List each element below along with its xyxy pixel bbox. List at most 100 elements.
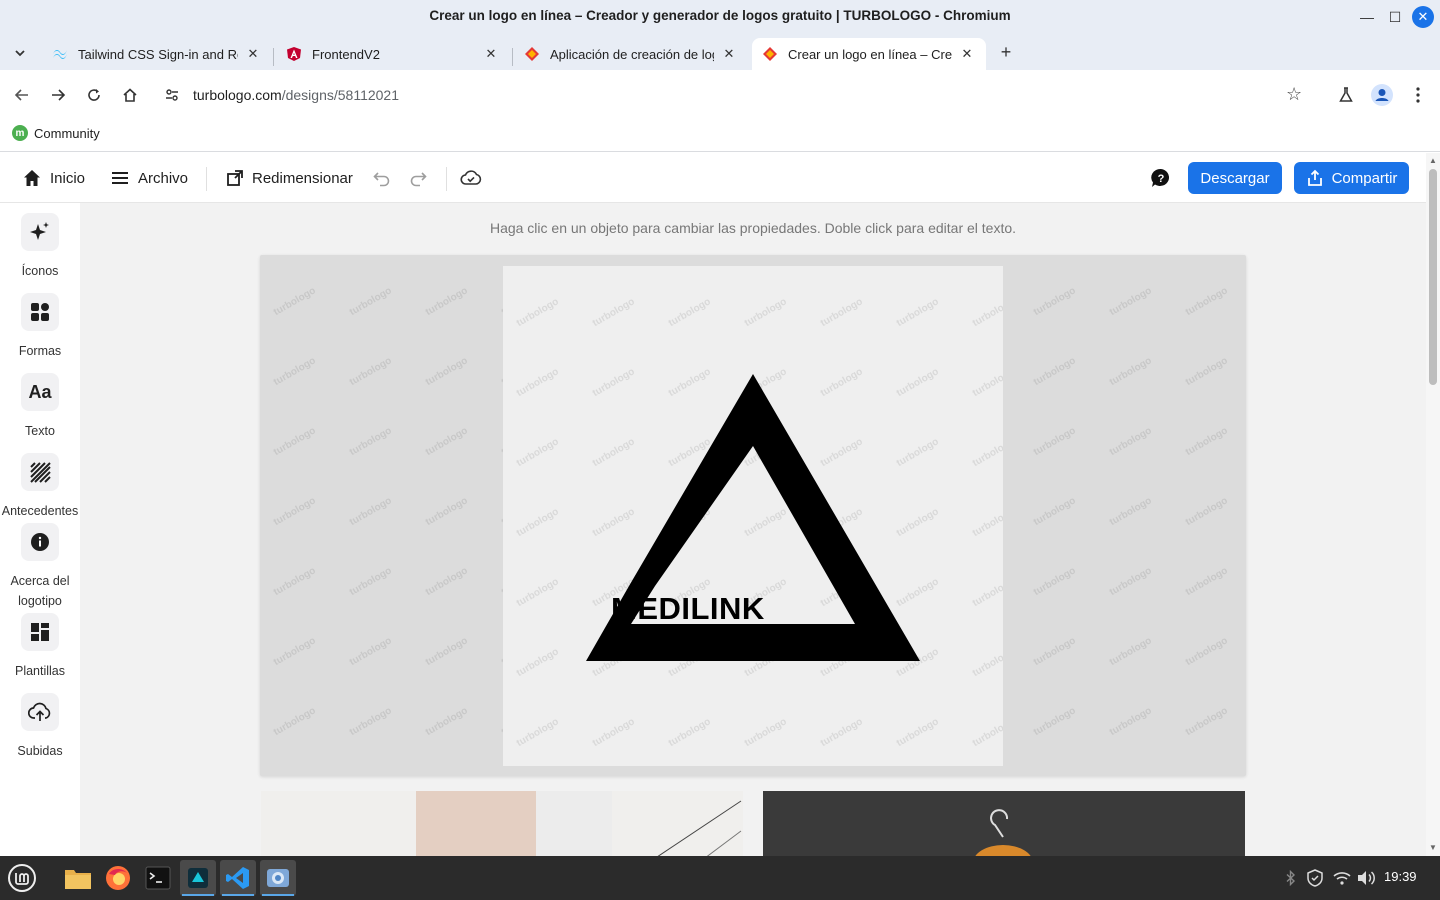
back-icon[interactable] [10,83,34,107]
share-icon [1307,169,1322,186]
scroll-up-arrow-icon[interactable]: ▲ [1429,156,1437,165]
chromium-icon[interactable] [260,860,296,896]
tab-crear-logo[interactable]: Crear un logo en línea – Crea ✕ [752,38,986,70]
home-button[interactable]: Inicio [22,165,85,191]
text-glyph: Aa [28,381,52,402]
firefox-icon[interactable] [100,860,136,896]
upload-icon [21,693,59,731]
editor-hint: Haga clic en un objeto para cambiar las … [489,220,1017,236]
sidebar-item-label: Antecedentes [1,504,79,518]
logo-text: MEDILINK [611,591,765,626]
sidebar-item-label: Texto [25,424,55,438]
hamburger-icon [112,172,128,184]
logo-canvas[interactable]: turbologo MEDILINK [503,266,1003,766]
sidebar-item-about-logo[interactable]: Acerca del logotipo [0,523,80,611]
mint-menu-icon[interactable] [4,860,40,896]
tab-aplicacion[interactable]: Aplicación de creación de log ✕ [514,38,748,70]
mockup-preview-hanger[interactable] [763,791,1245,856]
home-label: Inicio [50,169,86,187]
files-icon[interactable] [60,860,96,896]
angular-icon [286,46,302,62]
sidebar-item-label: Formas [18,344,62,358]
editor-toolbar: Inicio Archivo Redimensionar ? Descargar… [0,153,1426,203]
home-icon [24,170,40,186]
scroll-down-arrow-icon[interactable]: ▼ [1429,843,1437,852]
sidebar-item-shapes[interactable]: Formas [0,293,80,361]
page-scrollbar[interactable]: ▲ ▼ [1426,153,1440,856]
sidebar-item-icons[interactable]: Íconos [0,213,80,281]
hanger-icon [975,809,1031,856]
sidebar-item-text[interactable]: Aa Texto [0,373,80,441]
sidebar-item-uploads[interactable]: Subidas [0,693,80,761]
share-button[interactable]: Compartir [1294,162,1409,194]
tab-label: Crear un logo en línea – Crea [788,46,952,62]
tab-close-icon[interactable]: ✕ [720,46,738,62]
scroll-thumb[interactable] [1429,169,1437,385]
maximize-button[interactable]: ☐ [1384,6,1406,28]
mockup-preview-office[interactable] [261,791,743,856]
download-button[interactable]: Descargar [1188,162,1282,194]
tab-close-icon[interactable]: ✕ [244,46,262,62]
redo-icon[interactable] [408,165,436,191]
bluetooth-icon[interactable] [1284,868,1298,888]
tools-sidebar: Íconos Formas Aa Texto Antecedentes Acer… [0,203,80,856]
labs-flask-icon[interactable] [1334,83,1358,107]
menu-kebab-icon[interactable] [1406,83,1430,107]
tab-frontendv2[interactable]: FrontendV2 ✕ [276,38,510,70]
bookmark-star-icon[interactable]: ☆ [1286,84,1302,105]
tailwind-icon [52,46,68,62]
info-icon [21,523,59,561]
close-window-button[interactable]: ✕ [1412,6,1434,28]
file-menu-button[interactable]: Archivo [110,165,188,191]
volume-icon[interactable] [1356,868,1376,888]
navigation-bar: turbologo.com/designs/58112021 ☆ [0,70,1440,120]
os-taskbar: 19:39 [0,856,1440,900]
url-text[interactable]: turbologo.com/designs/58112021 [193,87,399,103]
shapes-icon [21,293,59,331]
shield-icon[interactable] [1306,868,1324,888]
wifi-icon[interactable] [1332,868,1352,888]
templates-icon [21,613,59,651]
undo-icon[interactable] [372,165,400,191]
minimize-button[interactable]: — [1356,6,1378,28]
sidebar-item-backgrounds[interactable]: Antecedentes [0,453,80,521]
app-icon[interactable] [180,860,216,896]
forward-icon[interactable] [46,83,70,107]
sidebar-item-label: Íconos [21,264,59,278]
terminal-icon[interactable] [140,860,176,896]
sidebar-item-label: Subidas [17,744,63,758]
site-info-icon[interactable] [164,87,180,103]
toolbar-divider [446,167,447,191]
tab-close-icon[interactable]: ✕ [958,46,976,62]
reload-icon[interactable] [82,83,106,107]
cloud-save-icon[interactable] [460,165,490,191]
bookmark-community[interactable]: m Community [12,125,100,141]
tab-label: Aplicación de creación de log [550,46,714,62]
profile-avatar-icon[interactable] [1370,83,1394,107]
sidebar-item-templates[interactable]: Plantillas [0,613,80,681]
toolbar-divider [206,167,207,191]
new-tab-button[interactable]: + [996,42,1016,62]
tab-tailwind[interactable]: Tailwind CSS Sign-in and Reg ✕ [42,38,272,70]
active-indicator [182,894,214,896]
chat-support-icon[interactable]: ? [1150,167,1172,189]
resize-label: Redimensionar [252,169,353,187]
svg-text:?: ? [1158,173,1165,185]
sidebar-item-label: Acerca del logotipo [10,574,70,608]
window-titlebar: Crear un logo en línea – Creador y gener… [0,0,1440,34]
home-icon[interactable] [118,83,142,107]
active-indicator [262,894,294,896]
vscode-icon[interactable] [220,860,256,896]
taskbar-clock: 19:39 [1384,869,1417,884]
tab-search-chevron-icon[interactable] [8,41,32,65]
tab-close-icon[interactable]: ✕ [482,46,500,62]
bookmarks-bar: m Community [0,120,1440,152]
address-bar[interactable]: turbologo.com/designs/58112021 ☆ [156,78,1320,112]
window-title: Crear un logo en línea – Creador y gener… [429,8,1011,23]
turbologo-icon [762,46,778,62]
url-path: /designs/58112021 [281,87,400,103]
logo-artwork[interactable]: turbologo MEDILINK [503,266,1003,766]
resize-button[interactable]: Redimensionar [226,165,353,191]
stripes-icon [21,453,59,491]
bookmark-label: Community [34,125,100,141]
